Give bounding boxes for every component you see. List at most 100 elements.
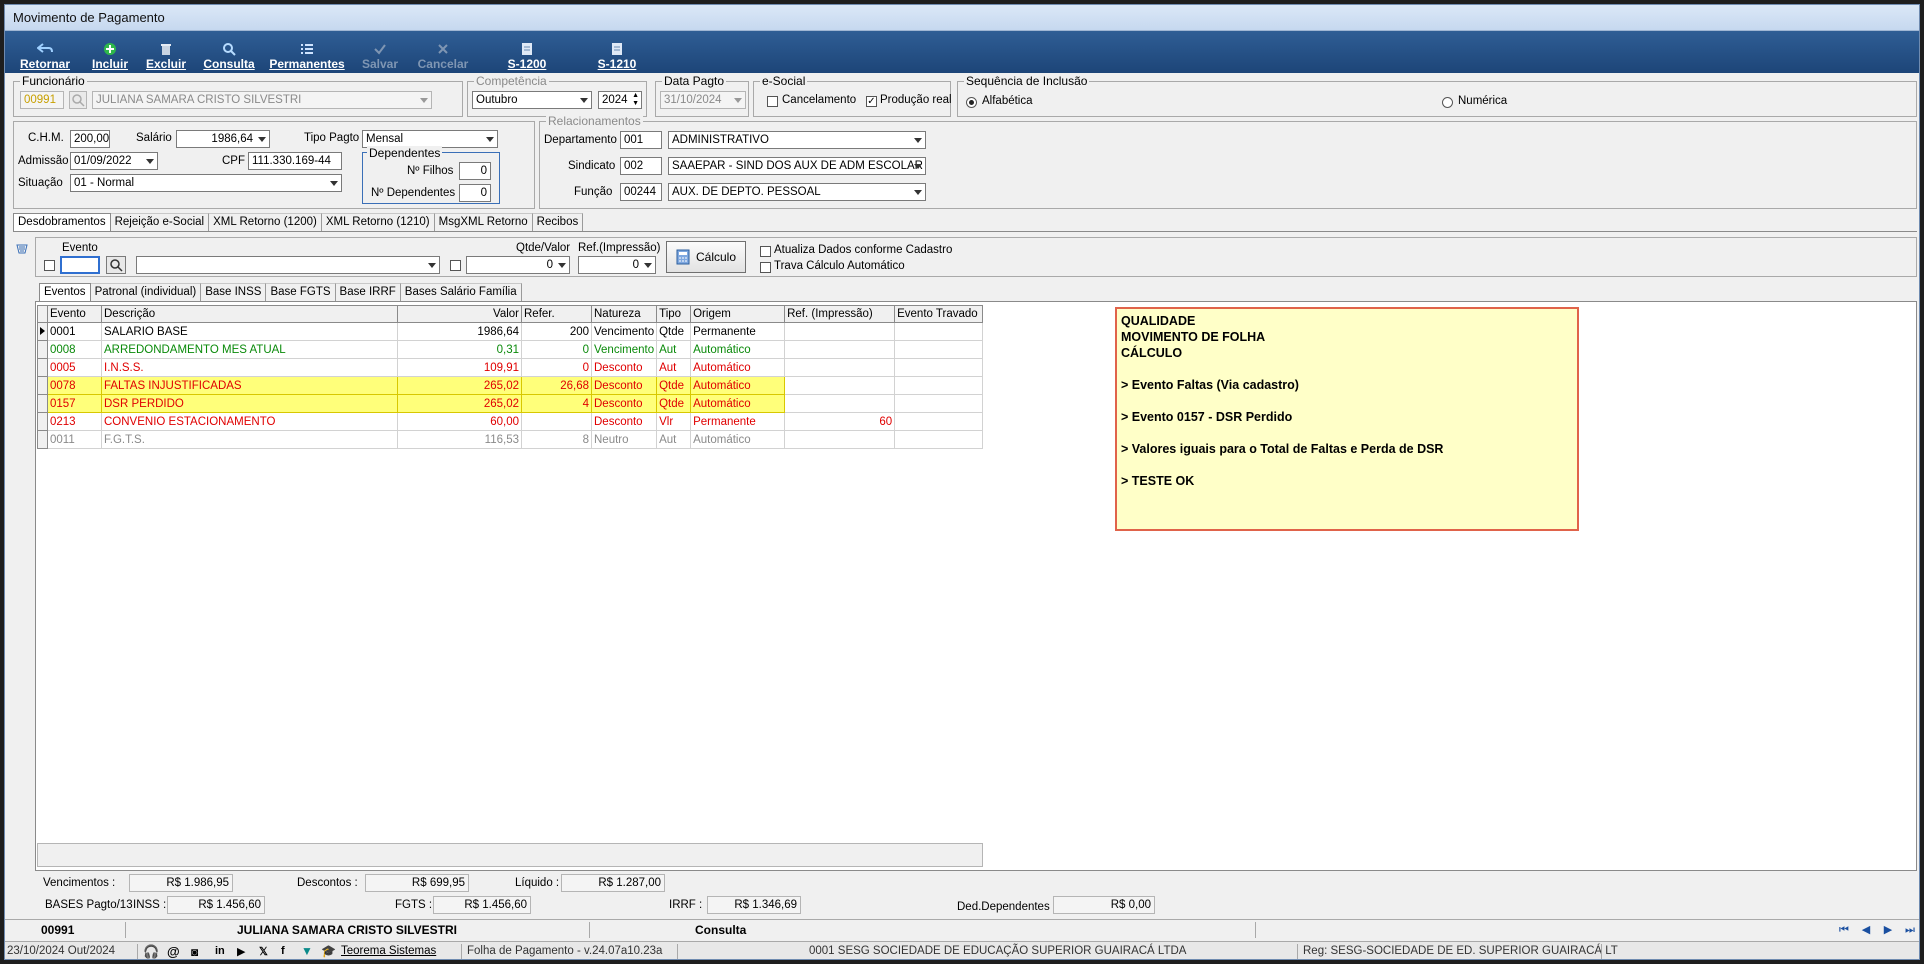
tab-base-irrf[interactable]: Base IRRF [335,283,401,301]
cpf-input[interactable]: 111.330.169-44 [248,152,342,170]
incluir-button[interactable]: Incluir [87,31,133,73]
cancelar-button[interactable]: Cancelar [415,31,471,73]
bases-label: BASES Pagto/13 [45,899,133,911]
note-line: CÁLCULO [1121,346,1183,360]
tab-xml-1200[interactable]: XML Retorno (1200) [209,213,322,231]
at-icon[interactable]: @ [167,944,180,959]
col-refer[interactable]: Refer. [521,305,592,323]
competencia-month-select[interactable]: Outubro [472,91,592,109]
numerica-radio[interactable] [1442,97,1453,108]
funcao-select[interactable]: AUX. DE DEPTO. PESSOAL [668,183,926,201]
funcionario-search-button[interactable] [69,91,87,109]
dependentes-count-input[interactable]: 0 [459,184,491,202]
tab-desdobramentos[interactable]: Desdobramentos [13,213,111,231]
col-tipo[interactable]: Tipo [656,305,692,323]
events-grid: Evento Descrição Valor Refer. Natureza T… [37,305,985,453]
cell-evento: 0008 [47,340,102,359]
table-row[interactable]: 0001 SALARIO BASE 1986,64 200 Vencimento Qtde… [37,322,984,341]
nav-first-icon[interactable]: ⏮ [1837,923,1851,937]
funcionario-name-select[interactable]: JULIANA SAMARA CRISTO SILVESTRI [92,91,432,109]
departamento-select[interactable]: ADMINISTRATIVO [668,131,926,149]
situacao-select[interactable]: 01 - Normal [70,174,342,192]
retornar-button[interactable]: Retornar [17,31,73,73]
col-valor[interactable]: Valor [397,305,522,323]
salvar-label: Salvar [361,57,399,71]
sequencia-group: Sequência de Inclusão Alfabética Numéric… [957,74,1917,117]
evento-search-button[interactable] [106,256,126,274]
calculo-button[interactable]: Cálculo [666,241,746,273]
sindicato-select[interactable]: SAAEPAR - SIND DOS AUX DE ADM ESCOLAR [668,157,926,175]
instagram-icon[interactable]: ◙ [191,945,198,959]
nav-prev-icon[interactable]: ◀ [1859,923,1873,937]
tab-eventos[interactable]: Eventos [39,283,91,301]
consulta-button[interactable]: Consulta [201,31,257,73]
calculo-label: Cálculo [695,250,737,264]
permanentes-button[interactable]: Permanentes [267,31,347,73]
cell-refer: 0 [521,340,592,359]
tab-recibos[interactable]: Recibos [532,213,584,231]
sindicato-code-input[interactable]: 002 [620,157,662,175]
alfabetica-label: Alfabética [982,95,1033,107]
col-descricao[interactable]: Descrição [101,305,398,323]
tab-patronal[interactable]: Patronal (individual) [90,283,202,301]
cell-tipo: Vlr [656,412,692,431]
funcao-code-input[interactable]: 00244 [620,183,662,201]
evento-checkbox[interactable] [44,260,55,271]
s1200-button[interactable]: S-1200 [501,31,553,73]
competencia-year-spinner[interactable]: 2024 ▲ ▼ [598,91,642,109]
headset-icon[interactable]: 🎧 [143,944,159,959]
table-row[interactable]: 0078 FALTAS INJUSTIFICADAS 265,02 26,68 Desc… [37,376,984,395]
trava-checkbox[interactable] [760,262,771,273]
grid-header-row: Evento Descrição Valor Refer. Natureza T… [37,305,984,323]
atualiza-checkbox[interactable] [760,246,771,257]
col-ref-impressao[interactable]: Ref. (Impressão) [784,305,896,323]
evento-code-input[interactable] [60,256,100,274]
tab-msgxml[interactable]: MsgXML Retorno [434,213,533,231]
teorema-link[interactable]: Teorema Sistemas [341,945,436,957]
col-natureza[interactable]: Natureza [590,305,658,323]
clear-basket-icon[interactable] [15,241,29,255]
cancelamento-checkbox[interactable] [767,96,778,107]
s1210-button[interactable]: S-1210 [591,31,643,73]
grid-footer-bar [37,843,983,867]
nav-last-icon[interactable]: ⏭ [1903,923,1917,937]
excluir-button[interactable]: Excluir [143,31,189,73]
tab-rejeicao[interactable]: Rejeição e-Social [110,213,210,231]
tab-base-inss[interactable]: Base INSS [201,283,267,301]
table-row[interactable]: 0213 CONVENIO ESTACIONAMENTO 60,00 Desconto… [37,412,984,431]
table-row[interactable]: 0157 DSR PERDIDO 265,02 4 Desconto Qtde Automá… [37,394,984,413]
alfabetica-radio[interactable] [966,97,977,108]
salario-select[interactable]: 1986,64 [176,130,270,148]
qtde-checkbox[interactable] [450,260,461,271]
tab-xml-1210[interactable]: XML Retorno (1210) [321,213,435,231]
datapagto-select[interactable]: 31/10/2024 [660,91,746,109]
col-evento[interactable]: Evento [47,305,102,323]
table-row[interactable]: 0011 F.G.T.S. 116,53 8 Neutro Aut Automático [37,430,984,449]
evento-description-select[interactable] [136,256,440,274]
nav-next-icon[interactable]: ▶ [1881,923,1895,937]
twitter-icon[interactable]: 𝕏 [259,945,268,958]
tab-bases-salario-familia[interactable]: Bases Salário Família [400,283,522,301]
col-origem[interactable]: Origem [690,305,786,323]
cell-refer: 4 [521,394,592,413]
cell-tipo: Aut [656,430,692,449]
linkedin-icon[interactable]: in [215,945,225,957]
table-row[interactable]: 0005 I.N.S.S. 109,91 0 Desconto Aut Automático [37,358,984,377]
situacao-value: 01 - Normal [74,177,135,189]
col-evento-travado[interactable]: Evento Travado [894,305,984,323]
funcionario-group: Funcionário 00991 JULIANA SAMARA CRISTO … [13,74,463,117]
filhos-input[interactable]: 0 [459,162,491,180]
tab-base-fgts[interactable]: Base FGTS [266,283,336,301]
departamento-code-input[interactable]: 001 [620,131,662,149]
salvar-button[interactable]: Salvar [357,31,403,73]
funcionario-code-input[interactable]: 00991 [20,91,64,109]
youtube-icon[interactable]: ▶ [237,945,245,958]
ref-select[interactable]: 0 [578,256,656,274]
dependentes-count-label: Nº Dependentes [371,187,456,199]
qtde-select[interactable]: 0 [466,256,570,274]
chm-input[interactable]: 200,00 [70,130,110,148]
producao-checkbox[interactable]: ✓ [866,96,877,107]
facebook-icon[interactable]: f [281,945,285,957]
admissao-select[interactable]: 01/09/2022 [70,152,158,170]
table-row[interactable]: 0008 ARREDONDAMENTO MES ATUAL 0,31 0 Vencime… [37,340,984,359]
